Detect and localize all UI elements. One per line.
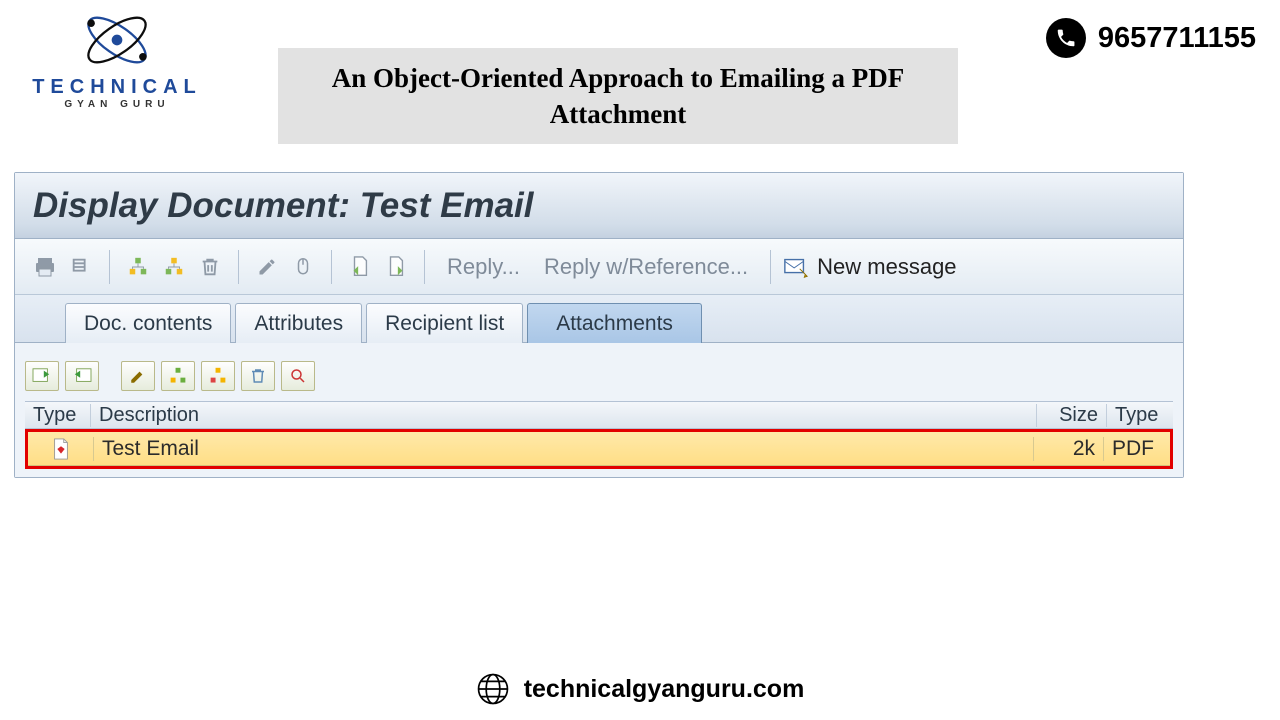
page-footer: technicalgyanguru.com [0,672,1280,706]
mini-hierarchy-add-icon[interactable] [161,361,195,391]
website-url: technicalgyanguru.com [524,675,805,704]
attachment-size: 2k [1034,437,1104,461]
mini-search-icon[interactable] [281,361,315,391]
page-title-box: An Object-Oriented Approach to Emailing … [278,48,958,144]
hierarchy-remove-icon[interactable] [158,251,190,283]
brand-logo: TECHNICAL GYAN GURU [22,8,212,110]
tab-recipient-list[interactable]: Recipient list [366,303,523,343]
logo-atom-icon [78,8,156,72]
phone-number: 9657711155 [1098,22,1256,55]
sap-window-title: Display Document: Test Email [33,186,534,226]
table-row[interactable]: Test Email 2k PDF [28,432,1170,466]
contact-phone: 9657711155 [1046,18,1256,58]
attachments-table-header: Type Description Size Type [25,401,1173,429]
reply-with-reference-button[interactable]: Reply w/Reference... [534,254,758,280]
print-icon[interactable] [29,251,61,283]
hierarchy-add-icon[interactable] [122,251,154,283]
new-message-label: New message [817,254,956,280]
export-icon[interactable] [65,361,99,391]
reply-button[interactable]: Reply... [437,254,530,280]
mini-trash-icon[interactable] [241,361,275,391]
toolbar-separator [238,250,239,284]
doc-next-icon[interactable] [380,251,412,283]
logo-main-text: TECHNICAL [22,76,212,99]
page-title: An Object-Oriented Approach to Emailing … [308,60,928,133]
pencil-icon[interactable] [251,251,283,283]
trash-icon[interactable] [194,251,226,283]
sap-window: Display Document: Test Email Reply... Re… [14,172,1184,478]
attachments-highlight-frame: Test Email 2k PDF [25,429,1173,469]
find-icon[interactable] [65,251,97,283]
toolbar-separator [331,250,332,284]
attachments-toolbar [25,357,1173,395]
mouse-icon[interactable] [287,251,319,283]
col-header-description[interactable]: Description [91,404,1037,427]
col-header-type[interactable]: Type [25,404,91,427]
mini-hierarchy-remove-icon[interactable] [201,361,235,391]
logo-sub-text: GYAN GURU [22,99,212,110]
toolbar-separator [770,250,771,284]
doc-prev-icon[interactable] [344,251,376,283]
col-header-filetype[interactable]: Type [1107,404,1173,427]
mini-pencil-icon[interactable] [121,361,155,391]
page-header: TECHNICAL GYAN GURU An Object-Oriented A… [0,0,1280,160]
toolbar-separator [109,250,110,284]
tab-doc-contents[interactable]: Doc. contents [65,303,231,343]
pdf-file-icon [28,437,94,461]
tab-attachments[interactable]: Attachments [527,303,702,343]
attachment-filetype: PDF [1104,437,1170,461]
attachment-description: Test Email [94,437,1034,461]
col-header-size[interactable]: Size [1037,404,1107,427]
import-icon[interactable] [25,361,59,391]
sap-tab-strip: Doc. contents Attributes Recipient list … [15,295,1183,343]
tab-attributes[interactable]: Attributes [235,303,362,343]
new-message-button[interactable]: New message [783,254,956,280]
toolbar-separator [424,250,425,284]
attachments-panel: Type Description Size Type Test Email 2k… [15,343,1183,477]
sap-main-toolbar: Reply... Reply w/Reference... New messag… [15,239,1183,295]
new-message-icon [783,255,809,279]
globe-icon [476,672,510,706]
sap-titlebar: Display Document: Test Email [15,173,1183,239]
phone-icon [1046,18,1086,58]
